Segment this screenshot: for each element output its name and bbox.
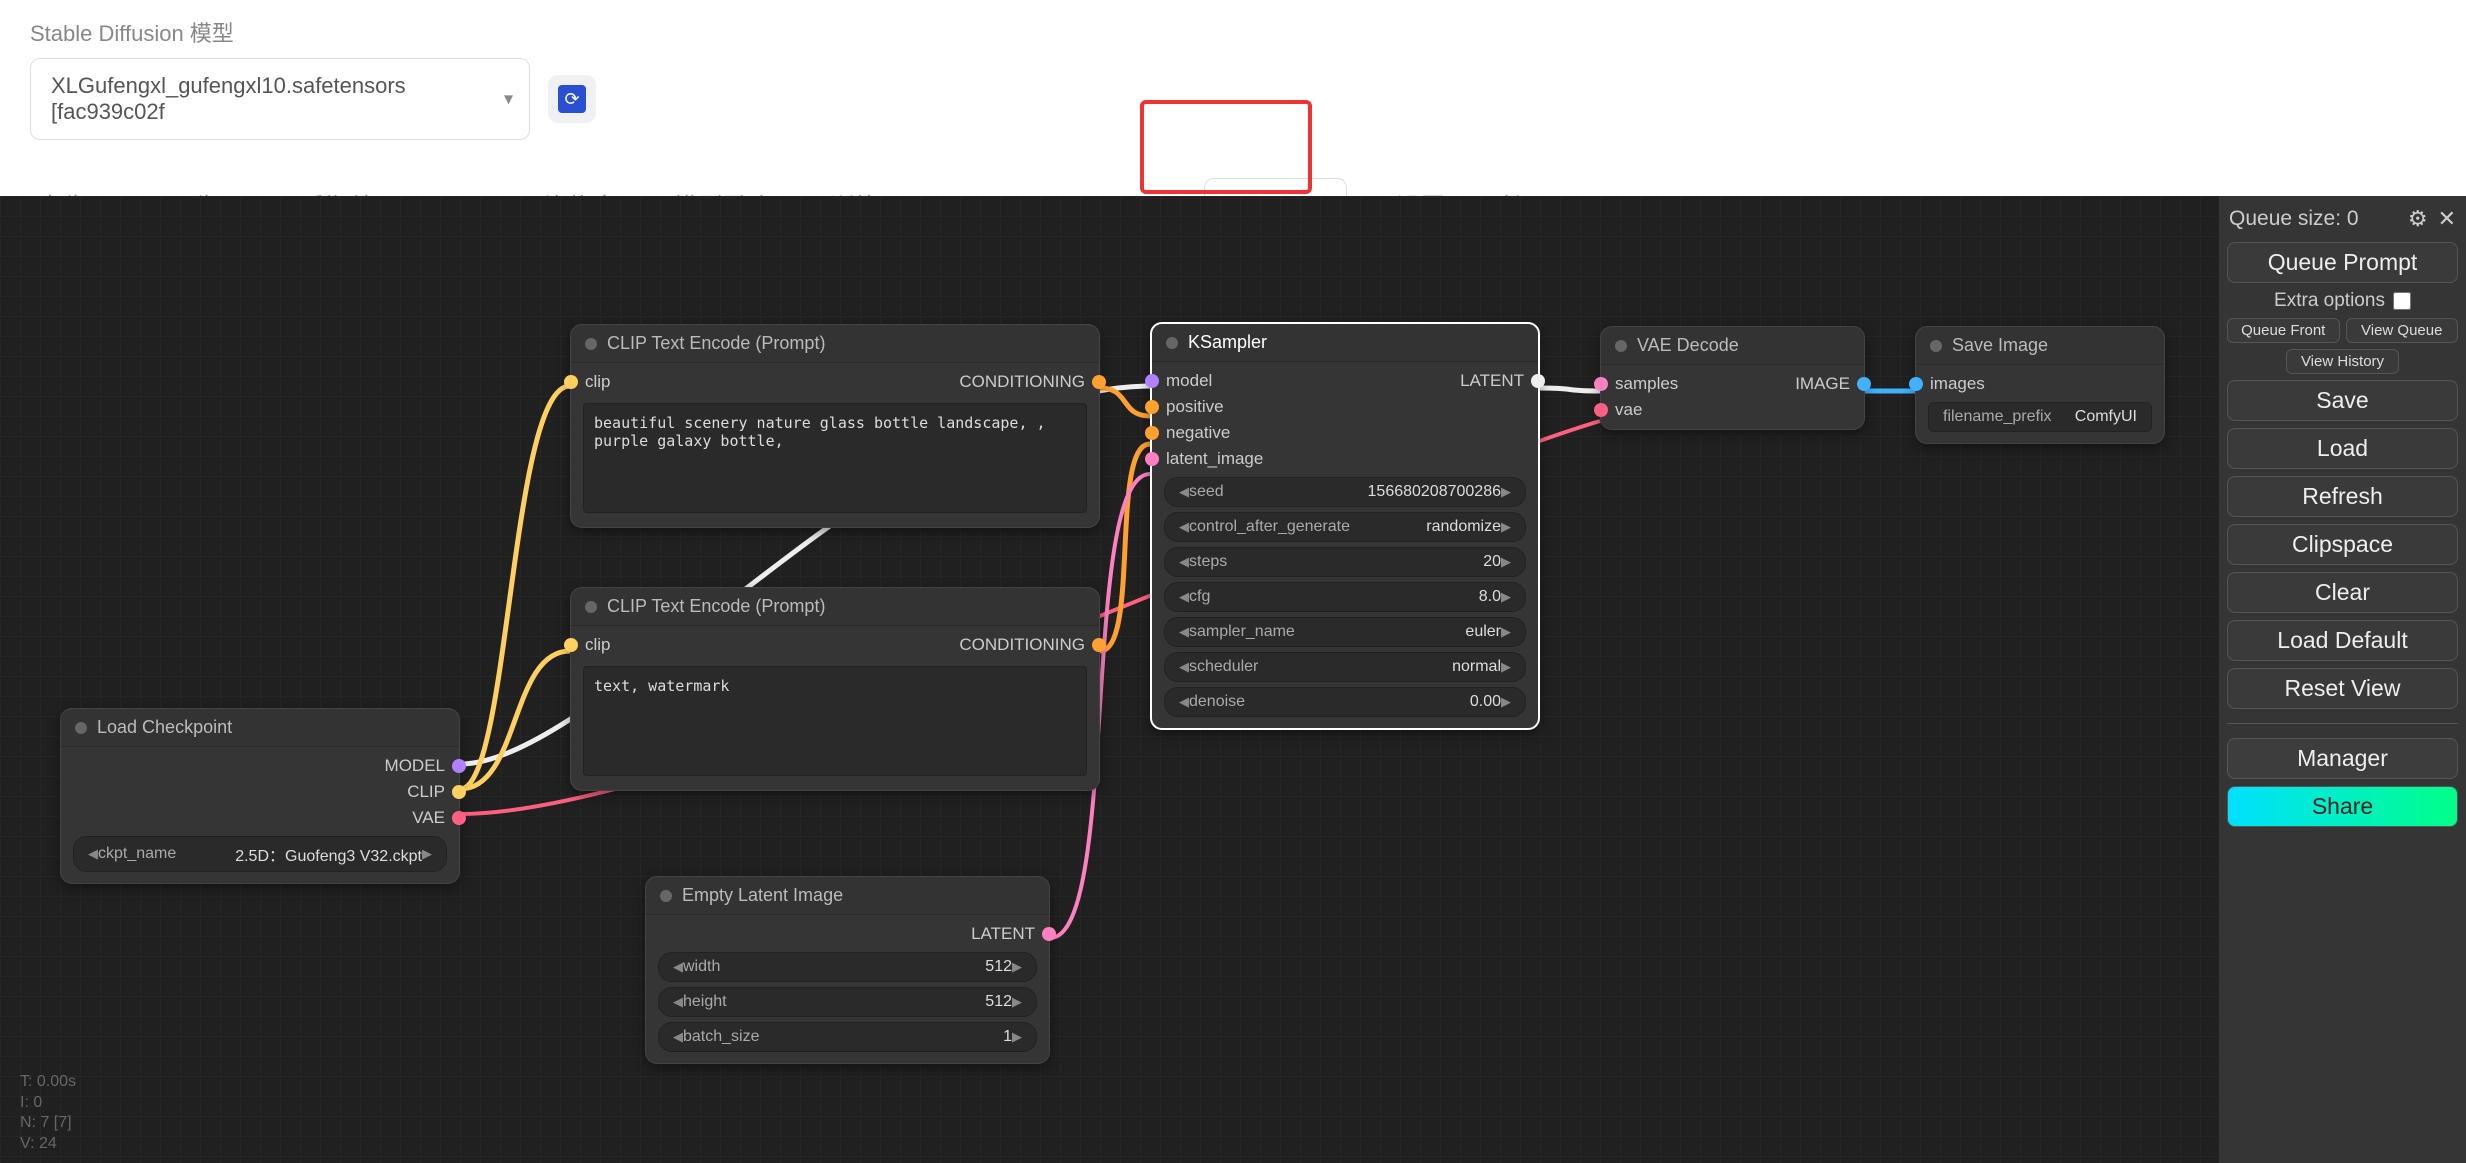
widget-seed[interactable]: ◀seed156680208700286▶ [1164, 477, 1526, 507]
port-model-in[interactable] [1145, 374, 1159, 388]
port-latent-out[interactable] [1531, 374, 1545, 388]
port-label-positive: positive [1166, 397, 1224, 417]
refresh-button[interactable]: Refresh [2227, 476, 2458, 517]
port-label-model: MODEL [385, 756, 445, 776]
node-save-image[interactable]: Save Image images filename_prefixComfyUI [1915, 326, 2165, 444]
sd-model-label: Stable Diffusion 模型 [30, 16, 2436, 48]
port-label-model: model [1166, 371, 1212, 391]
gear-icon[interactable]: ⚙ [2408, 206, 2428, 232]
node-ksampler[interactable]: KSampler model LATENT positive negative … [1150, 322, 1540, 730]
widget-batch-size[interactable]: ◀batch_size1▶ [658, 1022, 1037, 1052]
widget-ckpt-name[interactable]: ◀ ckpt_name 2.5D：Guofeng3 V32.ckpt ▶ [73, 836, 447, 872]
widget-control-after-generate[interactable]: ◀control_after_generaterandomize▶ [1164, 512, 1526, 542]
node-title: Load Checkpoint [61, 709, 459, 747]
port-label-vae: vae [1615, 400, 1642, 420]
port-vae-out[interactable] [452, 811, 466, 825]
widget-denoise[interactable]: ◀denoise0.00▶ [1164, 687, 1526, 717]
node-canvas[interactable]: Load Checkpoint MODEL CLIP VAE ◀ ckpt_na… [0, 196, 2466, 1163]
refresh-icon: ⟳ [558, 85, 586, 113]
port-label-images: images [1930, 374, 1985, 394]
reset-view-button[interactable]: Reset View [2227, 668, 2458, 709]
clipspace-button[interactable]: Clipspace [2227, 524, 2458, 565]
widget-scheduler[interactable]: ◀schedulernormal▶ [1164, 652, 1526, 682]
port-model-out[interactable] [452, 759, 466, 773]
port-label-clip: clip [585, 635, 611, 655]
chevron-left-icon[interactable]: ◀ [88, 846, 98, 862]
manager-button[interactable]: Manager [2227, 738, 2458, 779]
port-latent-in[interactable] [1145, 452, 1159, 466]
port-latent-out[interactable] [1042, 927, 1056, 941]
prompt-textarea-negative[interactable]: text, watermark [583, 666, 1087, 776]
side-panel: Queue size: 0 ⚙ ✕ Queue Prompt Extra opt… [2218, 196, 2466, 1163]
port-samples-in[interactable] [1594, 377, 1608, 391]
queue-size-row: Queue size: 0 ⚙ ✕ [2227, 202, 2458, 242]
port-clip-in[interactable] [564, 375, 578, 389]
widget-cfg[interactable]: ◀cfg8.0▶ [1164, 582, 1526, 612]
port-clip-out[interactable] [452, 785, 466, 799]
widget-width[interactable]: ◀width512▶ [658, 952, 1037, 982]
port-label-conditioning: CONDITIONING [959, 635, 1085, 655]
port-label-samples: samples [1615, 374, 1678, 394]
port-label-image: IMAGE [1795, 374, 1850, 394]
port-label-clip: clip [585, 372, 611, 392]
queue-prompt-button[interactable]: Queue Prompt [2227, 242, 2458, 283]
widget-sampler-name[interactable]: ◀sampler_nameeuler▶ [1164, 617, 1526, 647]
top-header: Stable Diffusion 模型 XLGufengxl_gufengxl1… [0, 0, 2466, 196]
view-queue-button[interactable]: View Queue [2346, 318, 2459, 343]
node-title: Empty Latent Image [646, 877, 1049, 915]
extra-options-checkbox[interactable] [2393, 292, 2411, 310]
node-title: CLIP Text Encode (Prompt) [571, 588, 1099, 626]
node-empty-latent[interactable]: Empty Latent Image LATENT ◀width512▶ ◀he… [645, 876, 1050, 1064]
port-negative-in[interactable] [1145, 426, 1159, 440]
port-label-conditioning: CONDITIONING [959, 372, 1085, 392]
port-clip-in[interactable] [564, 638, 578, 652]
sd-model-select[interactable]: XLGufengxl_gufengxl10.safetensors [fac93… [30, 58, 530, 140]
tab-highlight-box [1140, 100, 1312, 194]
port-label-latent: LATENT [1460, 371, 1524, 391]
sd-model-value: XLGufengxl_gufengxl10.safetensors [fac93… [51, 73, 406, 124]
node-title: KSampler [1152, 324, 1538, 362]
port-label-latent: LATENT [971, 924, 1035, 944]
port-label-negative: negative [1166, 423, 1230, 443]
prompt-textarea-positive[interactable]: beautiful scenery nature glass bottle la… [583, 403, 1087, 513]
panel-divider [2227, 723, 2458, 724]
widget-steps[interactable]: ◀steps20▶ [1164, 547, 1526, 577]
close-icon[interactable]: ✕ [2438, 206, 2456, 232]
port-label-vae: VAE [412, 808, 445, 828]
share-button[interactable]: Share [2227, 786, 2458, 827]
node-title: VAE Decode [1601, 327, 1864, 365]
load-default-button[interactable]: Load Default [2227, 620, 2458, 661]
widget-filename-prefix[interactable]: filename_prefixComfyUI [1928, 402, 2152, 432]
node-load-checkpoint[interactable]: Load Checkpoint MODEL CLIP VAE ◀ ckpt_na… [60, 708, 460, 884]
node-clip-encode-positive[interactable]: CLIP Text Encode (Prompt) clip CONDITION… [570, 324, 1100, 528]
node-title: Save Image [1916, 327, 2164, 365]
save-button[interactable]: Save [2227, 380, 2458, 421]
node-clip-encode-negative[interactable]: CLIP Text Encode (Prompt) clip CONDITION… [570, 587, 1100, 791]
refresh-model-button[interactable]: ⟳ [548, 75, 596, 123]
queue-front-button[interactable]: Queue Front [2227, 318, 2340, 343]
port-images-in[interactable] [1909, 377, 1923, 391]
node-title: CLIP Text Encode (Prompt) [571, 325, 1099, 363]
port-conditioning-out[interactable] [1092, 638, 1106, 652]
port-image-out[interactable] [1857, 377, 1871, 391]
port-label-clip: CLIP [407, 782, 445, 802]
extra-options-row: Extra options [2227, 290, 2458, 312]
widget-height[interactable]: ◀height512▶ [658, 987, 1037, 1017]
canvas-stats: T: 0.00s I: 0 N: 7 [7] V: 24 [20, 1072, 76, 1155]
port-vae-in[interactable] [1594, 403, 1608, 417]
clear-button[interactable]: Clear [2227, 572, 2458, 613]
load-button[interactable]: Load [2227, 428, 2458, 469]
view-history-button[interactable]: View History [2286, 349, 2399, 374]
node-vae-decode[interactable]: VAE Decode samples IMAGE vae [1600, 326, 1865, 430]
chevron-right-icon[interactable]: ▶ [422, 846, 432, 862]
port-conditioning-out[interactable] [1092, 375, 1106, 389]
port-label-latent-image: latent_image [1166, 449, 1263, 469]
port-positive-in[interactable] [1145, 400, 1159, 414]
